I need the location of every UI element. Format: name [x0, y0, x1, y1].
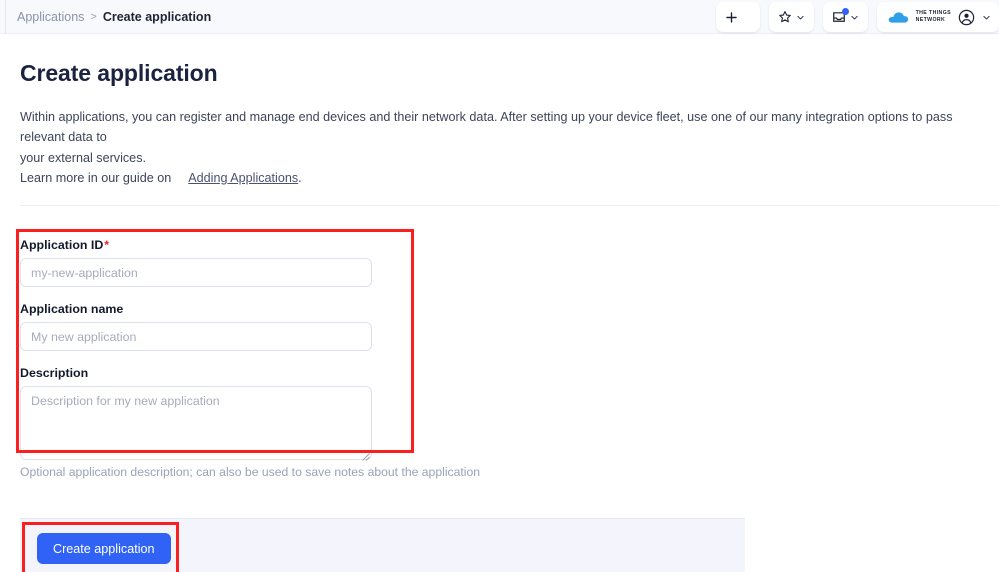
account-menu-button[interactable]: THE THINGS NETWORK [876, 2, 999, 32]
breadcrumb-separator: > [90, 10, 97, 23]
sidebar-edge-divider [5, 0, 6, 34]
page-title: Create application [20, 60, 218, 86]
user-avatar-icon [958, 9, 975, 26]
application-name-input[interactable] [20, 322, 372, 351]
star-icon [778, 10, 792, 24]
book-icon [172, 171, 185, 191]
chevron-down-icon [796, 13, 805, 22]
learn-more-suffix: . [298, 170, 302, 185]
intro-line-1: Within applications, you can register an… [20, 110, 953, 144]
application-id-label: Application ID* [20, 238, 414, 252]
chevron-down-icon [850, 13, 859, 22]
inbox-icon [832, 8, 849, 24]
breadcrumb-item-applications[interactable]: Applications [17, 10, 84, 24]
notification-dot [841, 8, 849, 15]
plus-icon [725, 11, 738, 24]
page-content: Create application Within applications, … [0, 34, 999, 572]
section-divider [20, 205, 999, 206]
header-toolbar: THE THINGS NETWORK [715, 2, 999, 32]
brand-wordmark: THE THINGS NETWORK [915, 10, 951, 23]
chevron-down-icon [742, 13, 751, 22]
add-button[interactable] [715, 2, 760, 32]
description-label: Description [20, 366, 89, 380]
description-textarea[interactable] [20, 386, 372, 460]
notifications-button[interactable] [822, 2, 868, 32]
bookmarks-button[interactable] [768, 2, 814, 32]
learn-more-line: Learn more in our guide on Adding Applica… [20, 169, 979, 191]
intro-line-2: your external services. [20, 151, 146, 165]
intro-paragraph: Within applications, you can register an… [20, 108, 979, 190]
create-application-form: Application ID* Application name Descrip… [16, 229, 481, 479]
application-name-label: Application name [20, 302, 124, 316]
create-application-button[interactable]: Create application [37, 533, 171, 564]
application-id-input[interactable] [20, 258, 372, 287]
app-header: Applications > Create application THE TH… [0, 0, 999, 34]
learn-more-prefix: Learn more in our guide on [20, 170, 172, 185]
application-id-label-text: Application ID [20, 238, 104, 252]
breadcrumb-item-current: Create application [102, 9, 212, 24]
brand-line-2: NETWORK [915, 16, 946, 23]
brand-line-1: THE THINGS [915, 10, 951, 17]
chevron-down-icon [982, 13, 991, 22]
breadcrumb: Applications > Create application [17, 10, 211, 24]
cloud-icon [887, 11, 909, 24]
required-marker: * [104, 238, 110, 252]
description-help-text: Optional application description; can al… [20, 465, 481, 479]
adding-applications-link[interactable]: Adding Applications [188, 171, 298, 185]
